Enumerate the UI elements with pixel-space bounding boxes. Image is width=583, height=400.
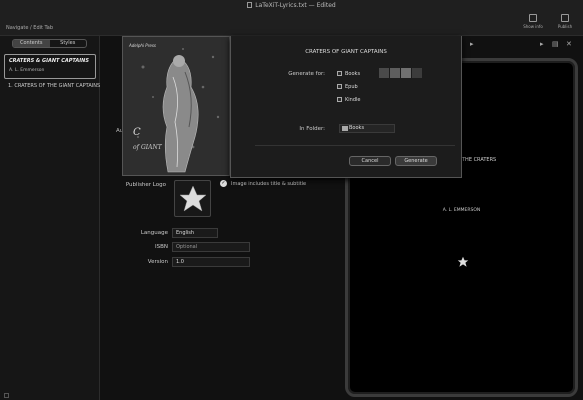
svg-text:GIANT: GIANT (141, 144, 163, 151)
option-epub-label: Epub (345, 84, 358, 90)
option-kindle-label: Kindle (345, 97, 361, 103)
preview-star-icon (457, 256, 469, 267)
document-icon (247, 2, 253, 8)
tab-contents[interactable]: Contents (13, 40, 50, 47)
dialog-divider (255, 145, 455, 146)
preview-author: A. L. EMMERSON (442, 208, 481, 213)
isbn-field[interactable]: Optional (172, 242, 250, 252)
swatch (401, 68, 411, 78)
in-folder-label: In Folder: (299, 126, 325, 132)
share-button[interactable]: Show info (520, 14, 546, 30)
export-button-label: Publish (557, 24, 573, 29)
star-logo-icon (179, 185, 207, 212)
cover-publisher: Adelphi Press (129, 43, 156, 48)
add-icon[interactable] (4, 393, 9, 398)
title-checkbox-label: Image includes title & subtitle (231, 181, 307, 187)
export-icon (561, 14, 569, 22)
cancel-button[interactable]: Cancel (349, 156, 391, 166)
generate-for-label: Generate for: (288, 71, 325, 77)
title-checkbox[interactable]: ✓ (220, 180, 227, 187)
swatch (390, 68, 400, 78)
tab-styles[interactable]: Styles (50, 40, 87, 47)
sidebar-tab-control: Contents Styles (12, 39, 87, 48)
sidebar-chapter-item[interactable]: 1. CRATERS OF THE GIANT CAPTAINS (8, 83, 100, 89)
version-field[interactable]: 1.0 (172, 257, 250, 267)
option-kindle[interactable]: Kindle (337, 97, 360, 103)
preview-title-fragment: THE CRATERS (462, 157, 497, 163)
window-titlebar: LaTeXiT-Lyrics.txt — Edited (0, 0, 583, 12)
epub-checkbox[interactable] (337, 84, 342, 89)
publisher-logo-label: Publisher Logo (125, 182, 166, 188)
generate-button[interactable]: Generate (395, 156, 437, 166)
sidebar-book-item[interactable]: CRATERS & GIANT CAPTAINS A. L. Emmerson (4, 54, 96, 79)
generate-dialog: CRATERS OF GIANT CAPTAINS Generate for: … (230, 36, 462, 178)
sidebar-book-title: CRATERS & GIANT CAPTAINS (9, 58, 89, 64)
sidebar-book-author: A. L. Emmerson (9, 68, 45, 73)
share-button-label: Show info (523, 24, 543, 29)
language-field[interactable]: English (172, 228, 218, 238)
swatch (379, 68, 389, 78)
version-label: Version (147, 259, 168, 265)
dialog-title: CRATERS OF GIANT CAPTAINS (305, 49, 387, 55)
sidebar: Contents Styles CRATERS & GIANT CAPTAINS… (0, 36, 100, 400)
export-button[interactable]: Publish (552, 14, 578, 30)
folder-value: Books (349, 125, 365, 131)
close-icon[interactable]: ✕ (566, 40, 572, 48)
preview-control-icon[interactable]: ▸ (470, 40, 474, 48)
kindle-checkbox[interactable] (337, 97, 342, 102)
folder-popup[interactable]: Books (339, 124, 395, 133)
books-checkbox[interactable] (337, 71, 342, 76)
svg-text:C: C (133, 127, 141, 138)
toolbar-navigate-label[interactable]: Navigate / Edit Tab (6, 25, 53, 31)
window-title: LaTeXiT-Lyrics.txt — Edited (0, 2, 583, 9)
share-icon (529, 14, 537, 22)
option-books[interactable]: Books (337, 71, 360, 77)
format-swatches (379, 68, 423, 78)
cover-illustration: C of GIANT (123, 37, 229, 175)
toolbar: Navigate / Edit Tab Show info Publish (0, 12, 583, 36)
option-epub[interactable]: Epub (337, 84, 358, 90)
swatch (412, 68, 422, 78)
option-books-label: Books (345, 71, 361, 77)
isbn-label: ISBN (154, 244, 168, 250)
window-title-text: LaTeXiT-Lyrics.txt — Edited (255, 2, 336, 9)
book-cover-image: C of GIANT Adelphi Press (122, 36, 230, 176)
play-icon[interactable]: ▸ (540, 40, 544, 48)
sidebar-icon[interactable]: ▤ (552, 40, 559, 48)
folder-icon (342, 126, 348, 131)
language-label: Language (140, 230, 168, 236)
publisher-logo-well[interactable] (174, 180, 211, 217)
